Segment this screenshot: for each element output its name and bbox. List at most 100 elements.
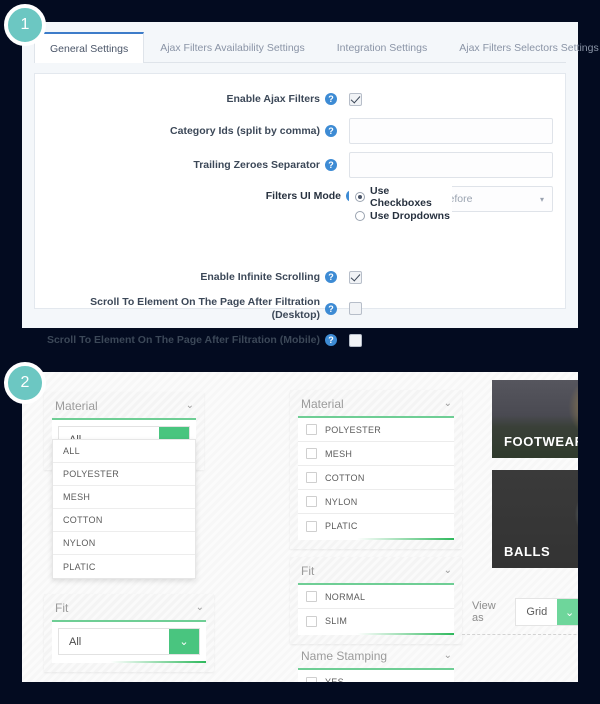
- category-tile-footwear[interactable]: FOOTWEAR: [492, 380, 578, 458]
- settings-tabs: General Settings Ajax Filters Availabili…: [34, 32, 599, 63]
- option-polyester[interactable]: POLYESTER: [53, 463, 195, 486]
- form-row-category-ids: Category Ids (split by comma) ?: [45, 118, 555, 144]
- checkbox-item-polyester[interactable]: POLYESTER: [298, 418, 454, 442]
- filter-widget-fit-checkbox: Fit ⌄ NORMAL SLIM: [290, 557, 462, 644]
- chevron-down-icon[interactable]: ⌄: [169, 629, 199, 654]
- field-label: Scroll To Element On The Page After Filt…: [45, 334, 345, 347]
- view-as-value: Grid: [526, 606, 548, 618]
- tab-label: Ajax Filters Selectors Settings: [459, 41, 599, 54]
- label-text: Widget Zone: [257, 192, 320, 205]
- step-badge-2: 2: [4, 362, 46, 404]
- label-text: Category Ids (split by comma): [170, 124, 320, 137]
- option-all[interactable]: ALL: [53, 440, 195, 463]
- help-icon[interactable]: ?: [325, 302, 337, 315]
- widget-title: Material: [301, 397, 344, 411]
- widget-zone-select[interactable]: left_side_column_before ▾: [349, 186, 553, 212]
- help-icon[interactable]: ?: [325, 93, 337, 105]
- category-tile-balls[interactable]: BALLS: [492, 470, 578, 568]
- chevron-down-icon: ⌄: [443, 565, 452, 576]
- widget-body: POLYESTER MESH COTTON NYLON PLATIC: [298, 416, 454, 540]
- checkbox-item-platic[interactable]: PLATIC: [298, 514, 454, 538]
- fit-select-value: All: [69, 635, 82, 648]
- divider: [462, 634, 578, 635]
- widget-header[interactable]: Name Stamping ⌄: [298, 649, 454, 668]
- field-control: left_side_column_before ▾: [345, 186, 555, 212]
- widget-title: Fit: [55, 601, 69, 615]
- checkbox-icon[interactable]: [306, 424, 317, 435]
- widget-title: Name Stamping: [301, 649, 388, 663]
- checkbox-item-yes[interactable]: YES: [298, 670, 454, 682]
- category-tile-label: BALLS: [504, 544, 551, 559]
- enable-infinite-scrolling-checkbox[interactable]: [349, 270, 362, 284]
- tab-general-settings[interactable]: General Settings: [34, 32, 145, 63]
- scroll-to-element-mobile-checkbox[interactable]: [349, 333, 362, 347]
- help-icon[interactable]: ?: [325, 271, 337, 283]
- checkbox-item-normal[interactable]: NORMAL: [298, 585, 454, 609]
- trailing-zeroes-separator-input[interactable]: [349, 152, 553, 178]
- checkbox-label: MESH: [325, 448, 353, 459]
- green-accent-underline: [298, 633, 454, 635]
- tab-ajax-filters-selectors-settings[interactable]: Ajax Filters Selectors Settings: [443, 32, 600, 62]
- checkbox-icon[interactable]: [306, 496, 317, 507]
- field-label: Enable Infinite Scrolling ?: [45, 271, 345, 284]
- fit-select[interactable]: All ⌄: [58, 628, 200, 655]
- widget-body: YES: [298, 668, 454, 682]
- widget-header[interactable]: Material ⌄: [52, 399, 196, 418]
- chevron-down-icon[interactable]: ⌄: [556, 599, 578, 625]
- widget-header[interactable]: Fit ⌄: [298, 564, 454, 583]
- filter-widget-fit-dropdown: Fit ⌄ All ⌄: [44, 594, 214, 672]
- option-nylon[interactable]: NYLON: [53, 532, 195, 555]
- form-row-enable-infinite-scrolling: Enable Infinite Scrolling ?: [45, 266, 555, 288]
- chevron-down-icon: ⌄: [443, 398, 452, 409]
- checkbox-icon[interactable]: [306, 448, 317, 459]
- view-as-control: View as Grid ⌄: [472, 598, 578, 626]
- form-row-scroll-to-element-mobile: Scroll To Element On The Page After Filt…: [45, 329, 555, 351]
- checkbox-icon[interactable]: [306, 520, 317, 532]
- checkbox-label: COTTON: [325, 472, 365, 483]
- filter-widget-name-stamping-checkbox: Name Stamping ⌄ YES: [290, 642, 462, 682]
- checkbox-item-cotton[interactable]: COTTON: [298, 466, 454, 490]
- label-text: Scroll To Element On The Page After Filt…: [46, 333, 320, 346]
- checkbox-icon[interactable]: [306, 615, 317, 627]
- tab-ajax-filters-availability-settings[interactable]: Ajax Filters Availability Settings: [144, 32, 321, 62]
- step-number: 1: [20, 16, 30, 33]
- scroll-to-element-desktop-checkbox[interactable]: [349, 302, 362, 316]
- field-label: Category Ids (split by comma) ?: [45, 125, 345, 138]
- view-as-select[interactable]: Grid ⌄: [515, 598, 578, 626]
- chevron-down-icon: ⌄: [443, 650, 452, 661]
- field-control: [345, 92, 555, 106]
- widget-title: Material: [55, 399, 98, 413]
- tab-integration-settings[interactable]: Integration Settings: [321, 32, 443, 62]
- green-accent-underline: [52, 661, 206, 663]
- tab-label: Integration Settings: [336, 41, 428, 54]
- enable-ajax-filters-checkbox[interactable]: [349, 92, 362, 106]
- checkbox-item-nylon[interactable]: NYLON: [298, 490, 454, 514]
- help-icon[interactable]: ?: [325, 159, 337, 171]
- label-text: Enable Infinite Scrolling: [200, 270, 320, 283]
- checkbox-icon[interactable]: [306, 591, 317, 602]
- checkbox-icon[interactable]: [306, 676, 317, 682]
- field-control: [345, 270, 555, 284]
- help-icon[interactable]: ?: [325, 334, 337, 347]
- checkbox-item-slim[interactable]: SLIM: [298, 609, 454, 633]
- label-text: Trailing Zeroes Separator: [193, 158, 320, 171]
- option-cotton[interactable]: COTTON: [53, 509, 195, 532]
- help-icon[interactable]: ?: [325, 193, 337, 205]
- field-control: [345, 333, 555, 347]
- category-ids-input[interactable]: [349, 118, 553, 144]
- help-icon[interactable]: ?: [325, 125, 337, 137]
- field-label: Enable Ajax Filters ?: [45, 93, 345, 106]
- option-platic[interactable]: PLATIC: [53, 555, 195, 578]
- storefront-screenshot-panel: Material ⌄ All ⌄ ALL POLYESTER MESH COTT…: [22, 372, 578, 682]
- view-as-label: View as: [472, 600, 496, 624]
- widget-header[interactable]: Fit ⌄: [52, 601, 206, 620]
- field-label: Scroll To Element On The Page After Filt…: [45, 296, 345, 321]
- category-tile-label: FOOTWEAR: [504, 434, 578, 449]
- form-row-trailing-zeroes-separator: Trailing Zeroes Separator ?: [45, 152, 555, 178]
- option-mesh[interactable]: MESH: [53, 486, 195, 509]
- field-label: Widget Zone ?: [45, 193, 345, 206]
- field-control: [345, 302, 555, 316]
- checkbox-item-mesh[interactable]: MESH: [298, 442, 454, 466]
- checkbox-icon[interactable]: [306, 472, 317, 483]
- widget-header[interactable]: Material ⌄: [298, 397, 454, 416]
